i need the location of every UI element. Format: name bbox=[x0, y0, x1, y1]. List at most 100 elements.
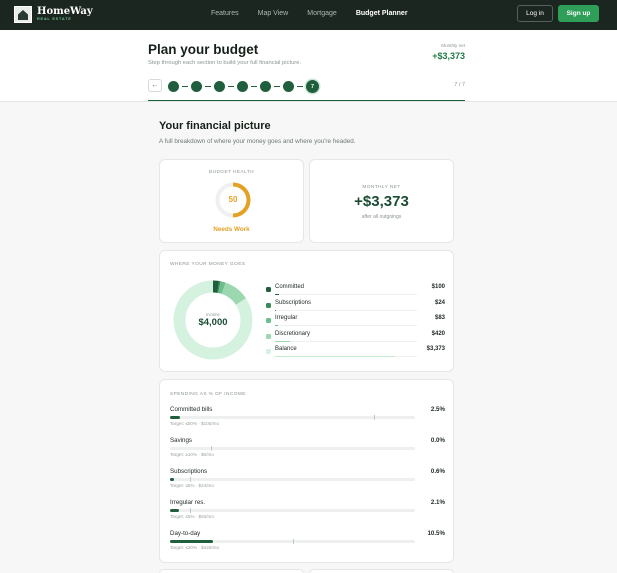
step-6[interactable] bbox=[283, 81, 294, 92]
spending-bar-track bbox=[170, 508, 415, 513]
legend-bar-track bbox=[275, 309, 417, 311]
step-2[interactable] bbox=[191, 81, 202, 92]
legend-swatch bbox=[266, 318, 271, 323]
legend-amount: $100 bbox=[431, 284, 445, 290]
spending-row-name: Committed bills bbox=[170, 406, 213, 413]
target-marker bbox=[374, 415, 376, 420]
health-status: Needs Work bbox=[213, 226, 250, 233]
next-card-right bbox=[309, 569, 454, 573]
money-breakdown-card: WHERE YOUR MONEY GOES Income $4,000 Comm… bbox=[159, 250, 454, 372]
spending-row-target: Target: ≤50% · $100/mo bbox=[170, 421, 219, 426]
step-4[interactable] bbox=[237, 81, 248, 92]
budget-health-label: BUDGET HEALTH bbox=[208, 170, 254, 175]
legend-item-balance: Balance $3,373 bbox=[265, 346, 445, 362]
house-icon bbox=[14, 6, 32, 23]
spending-bar-fill bbox=[170, 509, 179, 512]
spending-bar-fill bbox=[170, 478, 174, 481]
legend-bar-track bbox=[275, 294, 417, 296]
nav-link-budget-planner[interactable]: Budget Planner bbox=[356, 10, 408, 17]
next-card-left bbox=[159, 569, 304, 573]
legend-amount: $83 bbox=[434, 315, 445, 321]
header-divider bbox=[0, 101, 617, 102]
nav-link-map-view[interactable]: Map View bbox=[258, 10, 289, 17]
legend-amount: $3,373 bbox=[426, 346, 445, 352]
spending-row-percent: 0.0% bbox=[430, 437, 445, 444]
spending-percent-card: SPENDING AS % OF INCOME Committed bills … bbox=[159, 379, 454, 563]
section-title: Your financial picture bbox=[159, 120, 271, 132]
legend-bar-fill bbox=[275, 340, 290, 342]
spending-row-irregular-reserve: Irregular res. 2.1% Target: ≤5% · $83/mo bbox=[170, 499, 445, 529]
spending-row-name: Irregular res. bbox=[170, 499, 206, 506]
step-5[interactable] bbox=[260, 81, 271, 92]
step-1[interactable] bbox=[168, 81, 179, 92]
brand-subtitle: REAL ESTATE bbox=[37, 17, 72, 22]
legend-item-irregular: Irregular $83 bbox=[265, 315, 445, 331]
spending-row-target: Target: ≤5% · $24/mo bbox=[170, 483, 214, 488]
donut-center-value: $4,000 bbox=[198, 317, 228, 328]
health-score: 50 bbox=[228, 195, 238, 204]
spending-row-subscriptions: Subscriptions 0.6% Target: ≤5% · $24/mo bbox=[170, 468, 445, 498]
legend-bar-fill bbox=[275, 325, 278, 327]
legend-name: Irregular bbox=[275, 315, 298, 321]
signup-button[interactable]: Sign up bbox=[558, 5, 599, 22]
legend-item-subscriptions: Subscriptions $24 bbox=[265, 300, 445, 316]
nav-link-mortgage[interactable]: Mortgage bbox=[307, 10, 337, 17]
legend-name: Discretionary bbox=[275, 330, 311, 337]
money-legend: Committed $100 Subscriptions $24 Irregul… bbox=[265, 284, 445, 362]
step-connector bbox=[205, 86, 211, 87]
step-connector bbox=[228, 86, 234, 87]
target-marker bbox=[190, 508, 192, 513]
spending-row-name: Savings bbox=[170, 437, 193, 444]
spending-row-name: Subscriptions bbox=[170, 468, 208, 475]
legend-name: Balance bbox=[275, 346, 297, 352]
spending-row-name: Day-to-day bbox=[170, 530, 201, 537]
planner-header: Plan your budget Step through each secti… bbox=[0, 30, 617, 102]
spending-bar-fill bbox=[170, 540, 213, 543]
back-button[interactable]: ← bbox=[148, 79, 162, 92]
legend-bar-track bbox=[275, 340, 417, 342]
step-count: 7 / 7 bbox=[454, 82, 465, 88]
step-indicator: 7 bbox=[168, 80, 319, 93]
legend-bar-fill bbox=[275, 309, 276, 311]
monthly-net-card: MONTHLY NET +$3,373 after all outgoings bbox=[309, 159, 454, 243]
step-connector bbox=[274, 86, 280, 87]
spending-row-savings: Savings 0.0% Target: ≥10% · $0/mo bbox=[170, 437, 445, 467]
spending-percent-label: SPENDING AS % OF INCOME bbox=[170, 392, 246, 397]
step-connector bbox=[182, 86, 188, 87]
nav-links: Features Map View Mortgage Budget Planne… bbox=[211, 10, 427, 17]
page-title: Plan your budget bbox=[148, 42, 259, 57]
section-subtitle: A full breakdown of where your money goe… bbox=[159, 138, 356, 145]
spending-row-target: Target: ≤5% · $83/mo bbox=[170, 514, 214, 519]
login-button[interactable]: Log in bbox=[517, 5, 553, 22]
brand-name: HomeWay bbox=[37, 6, 93, 18]
spending-row-percent: 10.5% bbox=[427, 530, 445, 537]
nav-link-features[interactable]: Features bbox=[211, 10, 239, 17]
monthly-net-card-label: MONTHLY NET bbox=[362, 185, 401, 190]
legend-item-discretionary: Discretionary $420 bbox=[265, 331, 445, 347]
legend-swatch bbox=[266, 333, 271, 339]
spending-row-percent: 0.6% bbox=[430, 468, 445, 475]
step-connector bbox=[297, 86, 303, 87]
target-marker bbox=[292, 539, 294, 544]
legend-name: Subscriptions bbox=[275, 299, 312, 306]
budget-health-card: BUDGET HEALTH 50 Needs Work bbox=[159, 159, 304, 243]
money-breakdown-label: WHERE YOUR MONEY GOES bbox=[170, 262, 246, 267]
legend-amount: $420 bbox=[431, 330, 445, 337]
spending-bar-track bbox=[170, 446, 415, 451]
step-3[interactable] bbox=[214, 81, 225, 92]
spending-row-committed-bills: Committed bills 2.5% Target: ≤50% · $100… bbox=[170, 406, 445, 436]
monthly-net-label: Monthly net bbox=[441, 43, 465, 48]
step-7-current[interactable]: 7 bbox=[306, 80, 319, 93]
target-marker bbox=[190, 477, 192, 482]
legend-name: Committed bbox=[275, 284, 305, 290]
legend-bar-track bbox=[275, 356, 417, 358]
legend-swatch bbox=[266, 302, 271, 308]
legend-bar-track bbox=[275, 325, 417, 327]
spending-row-day-to-day: Day-to-day 10.5% Target: ≤30% · $420/mo bbox=[170, 530, 445, 560]
brand-logo[interactable]: HomeWay REAL ESTATE bbox=[14, 6, 93, 23]
spending-row-target: Target: ≥10% · $0/mo bbox=[170, 452, 214, 457]
spending-row-percent: 2.5% bbox=[430, 406, 445, 413]
step-connector bbox=[251, 86, 257, 87]
legend-swatch bbox=[266, 349, 271, 354]
spending-bar-fill bbox=[170, 416, 181, 419]
